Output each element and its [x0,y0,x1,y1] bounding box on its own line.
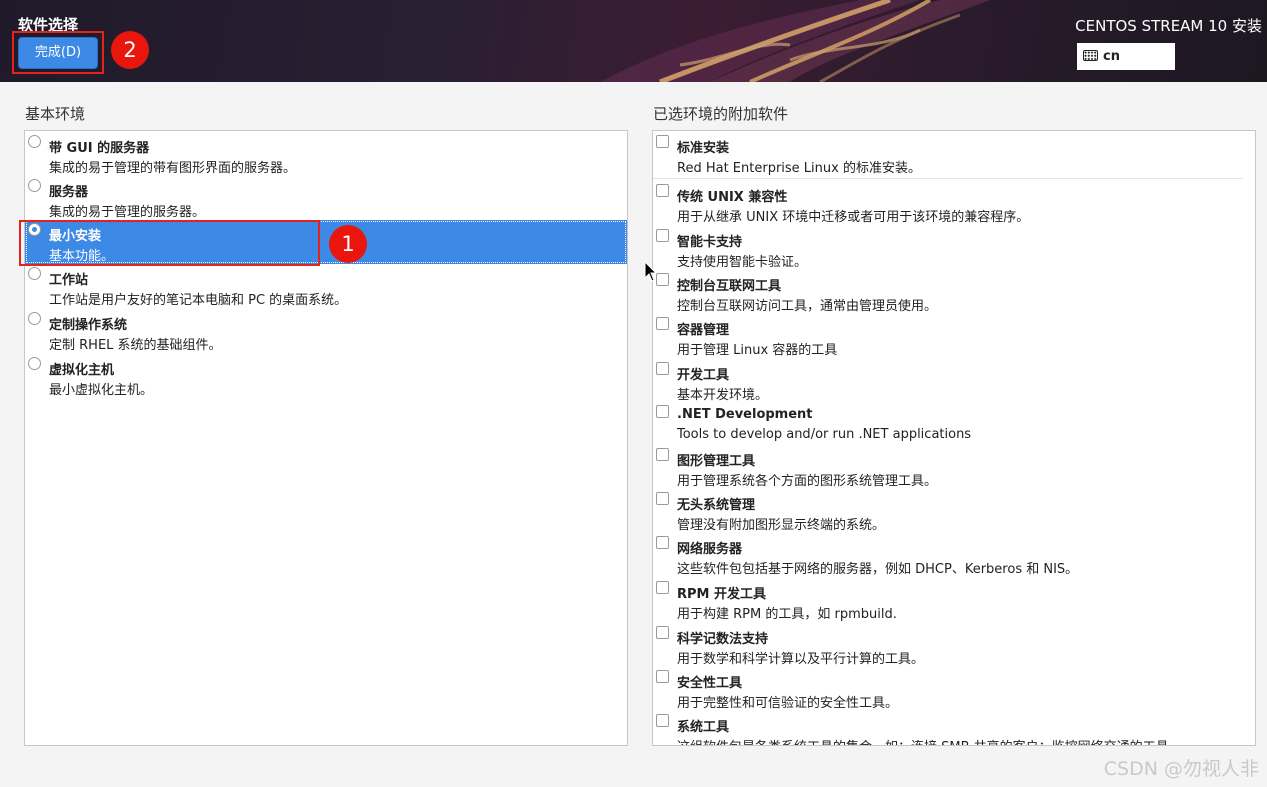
addon-item-name: 图形管理工具 [677,454,756,469]
checkbox[interactable] [656,135,669,148]
env-item-desc: 工作站是用户友好的笔记本电脑和 PC 的桌面系统。 [49,293,348,308]
addon-item[interactable]: 容器管理 用于管理 Linux 容器的工具 [653,314,1255,358]
radio-button[interactable] [28,267,41,280]
addon-item[interactable]: 网络服务器 这些软件包包括基于网络的服务器，例如 DHCP、Kerberos 和… [653,533,1255,577]
addon-item-name: 科学记数法支持 [677,632,769,647]
checkbox[interactable] [656,714,669,727]
env-item[interactable]: 带 GUI 的服务器 集成的易于管理的带有图形界面的服务器。 [25,132,627,176]
addon-item-name: 网络服务器 [677,542,743,557]
addon-item-desc: 管理没有附加图形显示终端的系统。 [677,518,886,533]
env-item-name: 带 GUI 的服务器 [49,141,150,156]
addon-item-desc: Red Hat Enterprise Linux 的标准安装。 [677,161,921,176]
header-artwork [600,0,990,82]
checkbox[interactable] [656,448,669,461]
addon-item[interactable]: 标准安装 Red Hat Enterprise Linux 的标准安装。 [653,132,1255,179]
env-item[interactable]: 工作站 工作站是用户友好的笔记本电脑和 PC 的桌面系统。 [25,264,627,308]
addon-item[interactable]: .NET Development Tools to develop and/or… [653,402,1255,446]
header-bar: 软件选择 完成(D) CENTOS STREAM 10 安装 cn [0,0,1267,82]
separator [653,178,1243,179]
addon-item[interactable]: 传统 UNIX 兼容性 用于从继承 UNIX 环境中迁移或者可用于该环境的兼容程… [653,181,1255,225]
env-item-name: 虚拟化主机 [49,363,115,378]
addon-item-name: 容器管理 [677,323,730,338]
addon-item[interactable]: 图形管理工具 用于管理系统各个方面的图形系统管理工具。 [653,445,1255,489]
env-item[interactable]: 虚拟化主机 最小虚拟化主机。 [25,354,627,398]
base-env-label: 基本环境 [25,105,86,123]
checkbox[interactable] [656,670,669,683]
radio-button[interactable] [28,135,41,148]
addon-item-name: 系统工具 [677,720,730,735]
radio-button[interactable] [28,357,41,370]
checkbox[interactable] [656,492,669,505]
env-item[interactable]: 定制操作系统 定制 RHEL 系统的基础组件。 [25,309,627,353]
addon-item-desc: 这组软件包是各类系统工具的集合，如：连接 SMB 共享的客户；监控网络交通的工具… [677,736,1182,745]
addon-item-desc: 支持使用智能卡验证。 [677,255,808,270]
addon-item[interactable]: 智能卡支持 支持使用智能卡验证。 [653,226,1255,270]
addon-item-name: 传统 UNIX 兼容性 [677,190,788,205]
env-item-desc: 定制 RHEL 系统的基础组件。 [49,338,222,353]
addon-item-desc: 用于构建 RPM 的工具，如 rpmbuild. [677,607,897,622]
keyboard-icon [1083,50,1098,61]
addon-item[interactable]: 安全性工具 用于完整性和可信验证的安全性工具。 [653,667,1255,711]
keyboard-layout-indicator[interactable]: cn [1077,43,1175,70]
radio-button[interactable] [28,312,41,325]
env-item-name: 服务器 [49,185,89,200]
addon-item-desc: 用于管理系统各个方面的图形系统管理工具。 [677,474,938,489]
addon-item[interactable]: 科学记数法支持 用于数学和科学计算以及平行计算的工具。 [653,623,1255,667]
addon-item-desc: 用于从继承 UNIX 环境中迁移或者可用于该环境的兼容程序。 [677,210,1030,225]
addon-item-name: 开发工具 [677,368,730,383]
addon-item-desc: 控制台互联网访问工具，通常由管理员使用。 [677,299,938,314]
addon-item-desc: 用于数学和科学计算以及平行计算的工具。 [677,652,925,667]
addon-item-name: RPM 开发工具 [677,587,767,602]
addon-item-name: .NET Development [677,407,813,422]
mouse-cursor-icon [644,261,658,282]
radio-button[interactable] [28,179,41,192]
checkbox[interactable] [656,229,669,242]
annotation-box-done [12,31,104,74]
addon-item-name: 标准安装 [677,141,730,156]
addon-item[interactable]: 系统工具 这组软件包是各类系统工具的集合，如：连接 SMB 共享的客户；监控网络… [653,711,1255,745]
addons-list[interactable]: 标准安装 Red Hat Enterprise Linux 的标准安装。 传统 … [652,130,1256,746]
addon-item-desc: 用于完整性和可信验证的安全性工具。 [677,696,899,711]
addon-item-name: 安全性工具 [677,676,743,691]
env-item-name: 工作站 [49,273,89,288]
addon-item-desc: Tools to develop and/or run .NET applica… [677,427,972,442]
addon-item-desc: 基本开发环境。 [677,388,769,403]
watermark: CSDN @勿视人非 [1103,758,1259,780]
checkbox[interactable] [656,317,669,330]
addon-item-desc: 这些软件包包括基于网络的服务器，例如 DHCP、Kerberos 和 NIS。 [677,562,1079,577]
addon-item[interactable]: 开发工具 基本开发环境。 [653,359,1255,403]
keyboard-layout-label: cn [1103,49,1120,64]
checkbox[interactable] [656,405,669,418]
addon-item[interactable]: RPM 开发工具 用于构建 RPM 的工具，如 rpmbuild. [653,578,1255,622]
checkbox[interactable] [656,536,669,549]
addon-item-name: 无头系统管理 [677,498,756,513]
addons-label: 已选环境的附加软件 [653,105,789,123]
annotation-number-1: 1 [329,225,367,263]
checkbox[interactable] [656,581,669,594]
addon-item[interactable]: 控制台互联网工具 控制台互联网访问工具，通常由管理员使用。 [653,270,1255,314]
env-item[interactable]: 服务器 集成的易于管理的服务器。 [25,176,627,220]
annotation-box-minimal [19,220,320,266]
checkbox[interactable] [656,362,669,375]
addon-item-name: 智能卡支持 [677,235,743,250]
checkbox[interactable] [656,626,669,639]
annotation-number-2: 2 [111,31,149,69]
env-item-desc: 最小虚拟化主机。 [49,383,154,398]
checkbox[interactable] [656,184,669,197]
addon-item-desc: 用于管理 Linux 容器的工具 [677,343,838,358]
env-item-desc: 集成的易于管理的带有图形界面的服务器。 [49,161,297,176]
addon-item-name: 控制台互联网工具 [677,279,782,294]
env-item-desc: 集成的易于管理的服务器。 [49,205,206,220]
product-title: CENTOS STREAM 10 安装 [1075,17,1262,35]
env-item-name: 定制操作系统 [49,318,128,333]
addon-item[interactable]: 无头系统管理 管理没有附加图形显示终端的系统。 [653,489,1255,533]
